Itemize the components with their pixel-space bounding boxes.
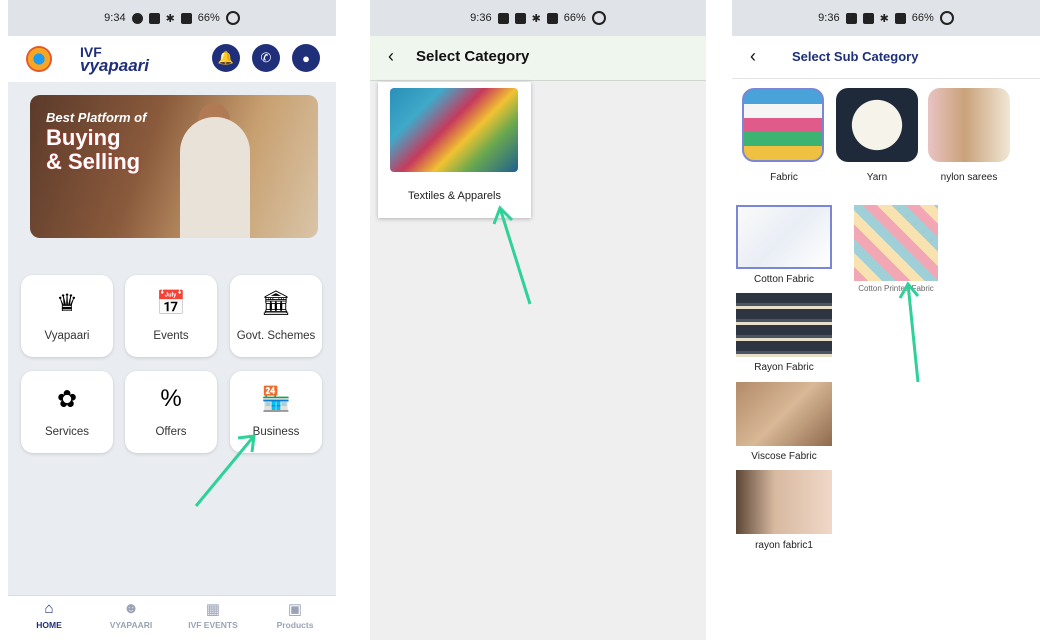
back-arrow-icon[interactable]: ‹ — [750, 46, 756, 67]
bluetooth-icon: ✱ — [531, 12, 541, 25]
category-label: Fabric — [770, 172, 798, 183]
calendar-icon: 📅 — [156, 289, 186, 317]
battery-icon — [225, 11, 240, 25]
government-building-icon: 🏛 — [260, 289, 292, 317]
tile-govt-schemes[interactable]: 🏛 Govt. Schemes — [230, 275, 322, 357]
pointer-arrow-2 — [492, 205, 532, 305]
store-search-icon: 🏪 — [261, 385, 291, 413]
battery-percent: 66% — [197, 12, 220, 24]
tile-vyapaari[interactable]: ♛ Vyapaari — [21, 275, 113, 357]
status-bar: 9:34 ✱ 66% — [8, 0, 336, 36]
services-stack-icon: ✿ — [56, 385, 78, 413]
sub-label: rayon fabric1 — [755, 540, 813, 551]
sub-cotton-printed-fabric[interactable] — [854, 205, 938, 281]
nav-ivf-events[interactable]: ▦ IVF EVENTS — [178, 600, 248, 630]
nav-label: VYAPAARI — [109, 620, 153, 630]
tile-label: Vyapaari — [44, 330, 90, 342]
nav-home[interactable]: ⌂ HOME — [14, 600, 84, 630]
nav-vyapaari[interactable]: ☻ VYAPAARI — [96, 600, 166, 630]
sub-cotton-fabric[interactable] — [736, 205, 832, 269]
battery-percent: 66% — [911, 12, 934, 24]
back-arrow-icon[interactable]: ‹ — [388, 46, 394, 67]
message-icon — [862, 12, 874, 24]
page-title: Select Category — [416, 48, 530, 65]
status-time: 9:36 — [818, 12, 840, 24]
bluetooth-icon: ✱ — [165, 12, 175, 25]
sub-viscose-fabric[interactable] — [736, 382, 832, 446]
signal-icon — [894, 12, 906, 24]
nav-products[interactable]: ▣ Products — [260, 600, 330, 630]
users-icon: ☻ — [123, 600, 139, 617]
crown-icon: ♛ — [56, 289, 78, 317]
category-label: Yarn — [866, 172, 888, 183]
bottom-nav: ⌂ HOME ☻ VYAPAARI ▦ IVF EVENTS ▣ Product… — [8, 595, 336, 640]
youtube-icon — [497, 12, 509, 24]
pointer-arrow-3 — [898, 281, 920, 383]
youtube-icon — [148, 12, 160, 24]
banner-text-3: & Selling — [46, 149, 141, 174]
status-time: 9:34 — [104, 12, 126, 24]
page-title: Select Sub Category — [792, 49, 919, 64]
sub-label: Cotton Printed Fabric — [858, 284, 934, 293]
phone-icon[interactable]: ✆ — [252, 44, 280, 72]
banner-person — [180, 117, 250, 238]
battery-percent: 66% — [563, 12, 586, 24]
nav-label: HOME — [36, 620, 62, 630]
tile-label: Events — [153, 330, 189, 342]
banner-text-1: Best Platform of — [46, 110, 147, 125]
percent-flame-icon: % — [160, 385, 182, 412]
app-header: IVF vyapaari 🔔 ✆ ● — [8, 36, 336, 82]
signal-icon — [180, 12, 192, 24]
youtube-icon — [845, 12, 857, 24]
bell-icon[interactable]: 🔔 — [212, 44, 240, 72]
category-label: nylon sarees — [940, 172, 998, 183]
banner-text-2: Buying — [46, 125, 121, 150]
tile-label: Govt. Schemes — [236, 330, 316, 342]
profile-icon[interactable]: ● — [292, 44, 320, 72]
battery-icon — [939, 11, 954, 25]
logo-text-sub: vyapaari — [80, 56, 149, 75]
home-screen: 9:34 ✱ 66% IVF vyapaari 🔔 ✆ ● Best Platf… — [8, 0, 336, 640]
promo-banner[interactable]: Best Platform of Buying & Selling — [30, 95, 318, 238]
sub-label: Cotton Fabric — [753, 274, 815, 285]
nav-label: Products — [276, 620, 314, 630]
products-icon: ▣ — [287, 601, 303, 618]
tile-services[interactable]: ✿ Services — [21, 371, 113, 453]
top-app-bar: ‹ Select Sub Category — [732, 36, 1040, 79]
top-app-bar: ‹ Select Category — [370, 36, 706, 81]
sub-rayon-fabric[interactable] — [736, 293, 832, 357]
sub-label: Viscose Fabric — [751, 451, 817, 462]
signal-icon — [546, 12, 558, 24]
nav-label: IVF EVENTS — [188, 620, 238, 630]
sub-label: Rayon Fabric — [754, 362, 814, 373]
bluetooth-icon: ✱ — [879, 12, 889, 25]
message-icon — [514, 12, 526, 24]
calendar-icon: ▦ — [205, 601, 221, 618]
status-bar: 9:36 ✱ 66% — [732, 0, 1040, 36]
notification-icon — [131, 12, 143, 24]
category-fabric[interactable] — [742, 88, 824, 162]
sub-rayon-fabric1[interactable] — [736, 470, 832, 534]
home-icon: ⌂ — [44, 600, 54, 617]
status-time: 9:36 — [470, 12, 492, 24]
select-sub-category-screen: 9:36 ✱ 66% ‹ Select Sub Category Fabric … — [732, 0, 1040, 640]
select-category-screen: 9:36 ✱ 66% ‹ Select Category Textiles & … — [370, 0, 706, 640]
tile-events[interactable]: 📅 Events — [125, 275, 217, 357]
battery-icon — [591, 11, 606, 25]
category-nylon-sarees[interactable] — [928, 88, 1010, 162]
logo-icon — [26, 46, 52, 72]
category-yarn[interactable] — [836, 88, 918, 162]
status-bar: 9:36 ✱ 66% — [370, 0, 706, 36]
category-image — [390, 88, 518, 172]
pointer-arrow-1 — [194, 434, 256, 507]
tile-label: Services — [44, 426, 90, 438]
